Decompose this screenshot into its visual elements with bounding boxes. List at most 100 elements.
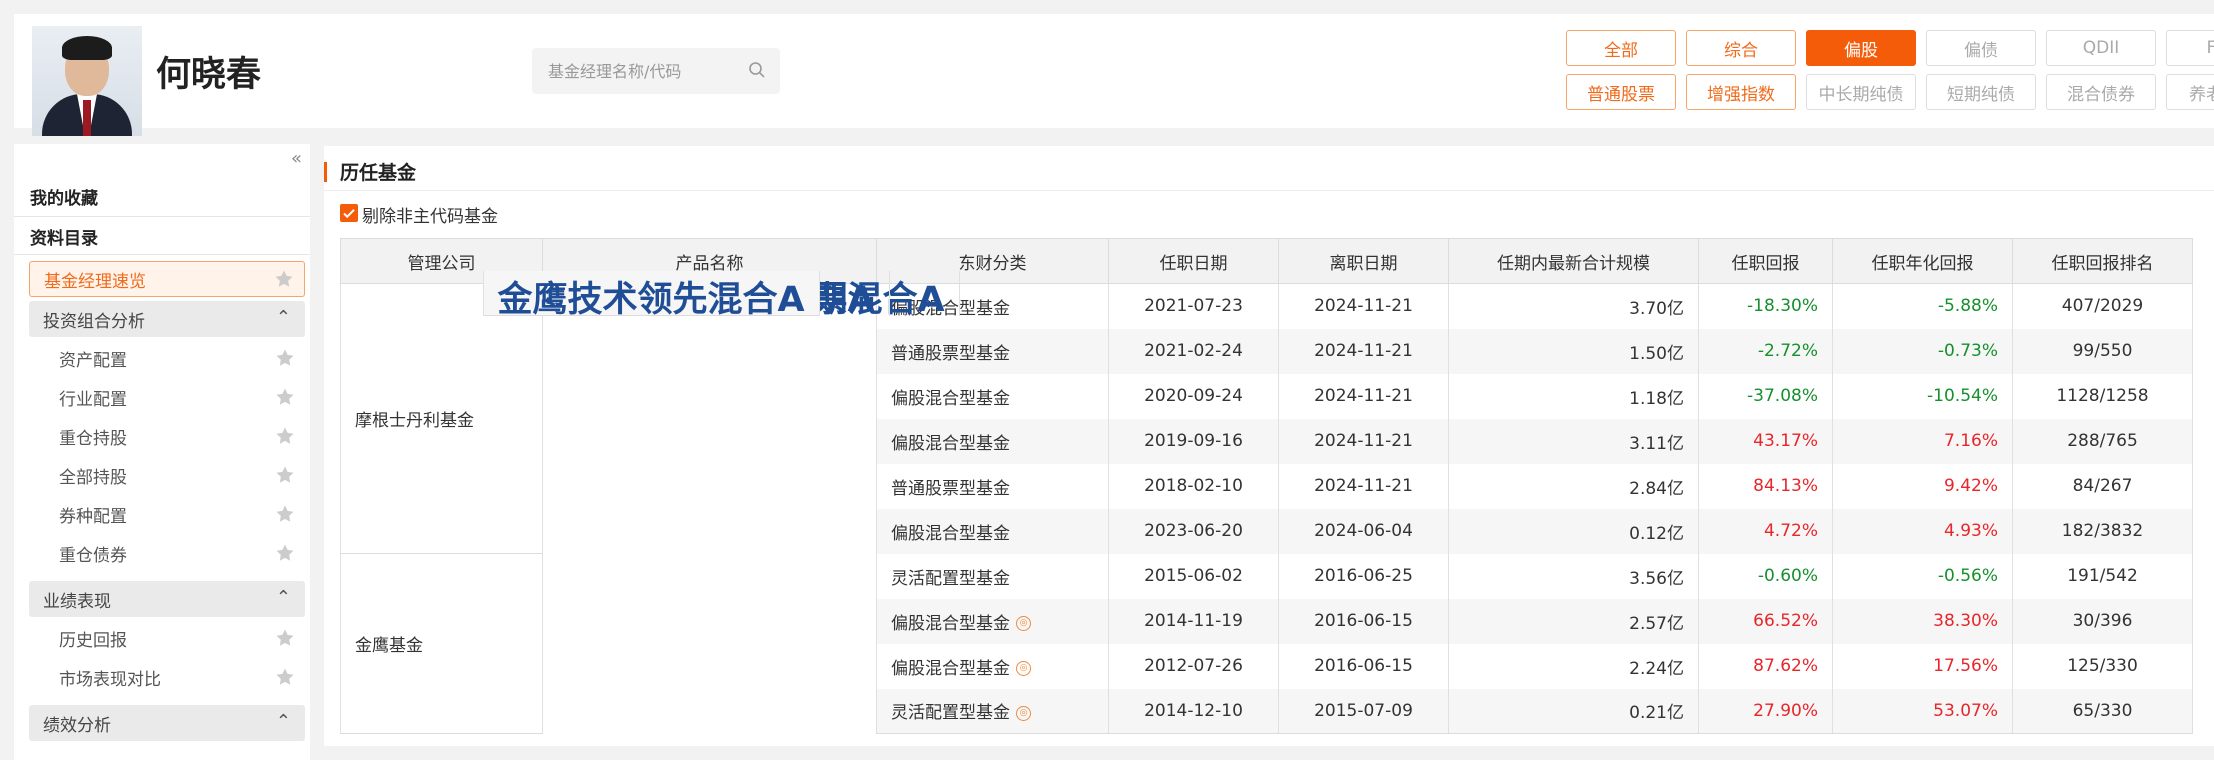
- category-button[interactable]: FOF: [2166, 30, 2214, 66]
- search-box[interactable]: [532, 48, 780, 94]
- category-button[interactable]: 综合: [1686, 30, 1796, 66]
- collapse-sidebar-icon[interactable]: «: [291, 148, 302, 169]
- fund-link[interactable]: 金鹰技术领先混合A: [498, 280, 805, 315]
- fund-type: 灵活配置型基金: [891, 568, 1010, 589]
- chevron-up-icon[interactable]: ⌃: [276, 711, 291, 732]
- category-button[interactable]: 偏债: [1926, 30, 2036, 66]
- annualized-return-cell: 38.30%: [1832, 598, 2013, 644]
- rank-cell: 125/330: [2012, 643, 2193, 689]
- end-date-cell: 2024-11-21: [1278, 283, 1449, 329]
- start-date-cell: 2021-02-24: [1108, 328, 1279, 374]
- sidebar-item-label: 历史回报: [59, 630, 127, 651]
- sidebar-item-manager-overview[interactable]: 基金经理速览: [29, 261, 305, 297]
- annualized-return-cell: -0.56%: [1832, 553, 2013, 599]
- fund-type-cell: 灵活配置型基金: [876, 553, 1109, 599]
- return-cell: 66.52%: [1698, 598, 1833, 644]
- table-row: 金鹰稳健成长混合偏股混合型基金◎2014-11-192016-06-152.57…: [341, 270, 2193, 644]
- sidebar: « 我的收藏 资料目录 基金经理速览 投资组合分析 ⌃ 资产配置 行业配置 重仓持股 全部…: [14, 144, 310, 760]
- end-date-cell: 2015-07-09: [1278, 688, 1449, 734]
- rank-cell: 99/550: [2012, 328, 2193, 374]
- rank-cell: 84/267: [2012, 463, 2193, 509]
- sidebar-item-label: 重仓债券: [59, 545, 127, 566]
- badge-icon: ◎: [1016, 661, 1031, 676]
- star-icon[interactable]: [275, 504, 295, 524]
- sidebar-favorites[interactable]: 我的收藏: [30, 184, 98, 209]
- star-icon[interactable]: [274, 269, 294, 289]
- table-row: 金鹰基金金鹰民族新兴混合灵活配置型基金2015-06-022016-06-253…: [340, 270, 2193, 734]
- end-date-cell: 2024-06-04: [1278, 508, 1449, 554]
- sidebar-item[interactable]: 资产配置: [29, 341, 305, 375]
- size-cell: 1.50亿: [1448, 328, 1699, 374]
- star-icon[interactable]: [275, 543, 295, 563]
- category-button[interactable]: QDII: [2046, 30, 2156, 66]
- end-date-cell: 2016-06-15: [1278, 643, 1449, 689]
- size-cell: 3.11亿: [1448, 418, 1699, 464]
- fund-name-cell[interactable]: 金鹰技术领先混合A: [482, 270, 820, 316]
- return-cell: -37.08%: [1698, 373, 1833, 419]
- company-cell: 金鹰基金: [340, 553, 543, 734]
- category-button[interactable]: 全部: [1566, 30, 1676, 66]
- rank-cell: 30/396: [2012, 598, 2193, 644]
- star-icon[interactable]: [275, 348, 295, 368]
- return-cell: -0.60%: [1698, 553, 1833, 599]
- category-button[interactable]: 普通股票: [1566, 74, 1676, 110]
- fund-type: 偏股混合型基金: [891, 388, 1010, 409]
- sidebar-item[interactable]: 重仓债券: [29, 536, 305, 570]
- rank-cell: 65/330: [2012, 688, 2193, 734]
- start-date-cell: 2020-09-24: [1108, 373, 1279, 419]
- fund-type: 偏股混合型基金: [891, 523, 1010, 544]
- category-button[interactable]: 混合债券: [2046, 74, 2156, 110]
- category-button[interactable]: 中长期纯债: [1806, 74, 1916, 110]
- checkbox-label[interactable]: 剔除非主代码基金: [362, 202, 498, 227]
- badge-icon: ◎: [1016, 616, 1031, 631]
- end-date-cell: 2024-11-21: [1278, 373, 1449, 419]
- category-button[interactable]: 偏股: [1806, 30, 1916, 66]
- star-icon[interactable]: [275, 465, 295, 485]
- company-cell: 摩根士丹利基金: [340, 283, 543, 554]
- fund-type-cell: 偏股混合型基金: [876, 373, 1109, 419]
- category-button[interactable]: 增强指数: [1686, 74, 1796, 110]
- sidebar-item[interactable]: 全部持股: [29, 458, 305, 492]
- star-icon[interactable]: [275, 426, 295, 446]
- annualized-return-cell: -10.54%: [1832, 373, 2013, 419]
- return-cell: -18.30%: [1698, 283, 1833, 329]
- size-cell: 2.57亿: [1448, 598, 1699, 644]
- star-icon[interactable]: [275, 667, 295, 687]
- return-cell: 43.17%: [1698, 418, 1833, 464]
- column-header[interactable]: 离职日期: [1278, 238, 1449, 284]
- category-button[interactable]: 短期纯债: [1926, 74, 2036, 110]
- return-cell: 27.90%: [1698, 688, 1833, 734]
- sidebar-item[interactable]: 市场表现对比: [29, 660, 305, 694]
- table-row: 金鹰行业优势混合A偏股混合型基金◎2012-07-262016-06-152.2…: [341, 270, 2193, 689]
- sidebar-item[interactable]: 券种配置: [29, 497, 305, 531]
- column-header[interactable]: 任职日期: [1108, 238, 1279, 284]
- star-icon[interactable]: [275, 628, 295, 648]
- exclude-non-main-checkbox[interactable]: [340, 204, 358, 222]
- column-header[interactable]: 任期内最新合计规模: [1448, 238, 1699, 284]
- star-icon[interactable]: [275, 387, 295, 407]
- column-header[interactable]: 任职回报: [1698, 238, 1833, 284]
- end-date-cell: 2016-06-15: [1278, 598, 1449, 644]
- size-cell: 1.18亿: [1448, 373, 1699, 419]
- fund-type-cell: 偏股混合型基金 ◎: [876, 643, 1109, 689]
- sidebar-group[interactable]: 投资组合分析 ⌃: [29, 301, 305, 337]
- column-header[interactable]: 任职回报排名: [2012, 238, 2193, 284]
- size-cell: 2.24亿: [1448, 643, 1699, 689]
- sidebar-group[interactable]: 绩效分析 ⌃: [29, 705, 305, 741]
- sidebar-item[interactable]: 历史回报: [29, 621, 305, 655]
- chevron-up-icon[interactable]: ⌃: [276, 587, 291, 608]
- table-row: 大摩领先优势混合偏股混合型基金2019-09-162024-11-213.11亿…: [341, 270, 2193, 464]
- fund-type: 普通股票型基金: [891, 343, 1010, 364]
- search-icon[interactable]: [748, 61, 766, 79]
- sidebar-item[interactable]: 行业配置: [29, 380, 305, 414]
- return-cell: 4.72%: [1698, 508, 1833, 554]
- chevron-up-icon[interactable]: ⌃: [276, 307, 291, 328]
- column-header[interactable]: 任职年化回报: [1832, 238, 2013, 284]
- sidebar-group[interactable]: 业绩表现 ⌃: [29, 581, 305, 617]
- sidebar-group-label: 绩效分析: [43, 715, 111, 736]
- category-button[interactable]: 养老目标: [2166, 74, 2214, 110]
- search-input[interactable]: [532, 48, 732, 94]
- sidebar-item[interactable]: 重仓持股: [29, 419, 305, 453]
- return-cell: 84.13%: [1698, 463, 1833, 509]
- start-date-cell: 2014-12-10: [1108, 688, 1279, 734]
